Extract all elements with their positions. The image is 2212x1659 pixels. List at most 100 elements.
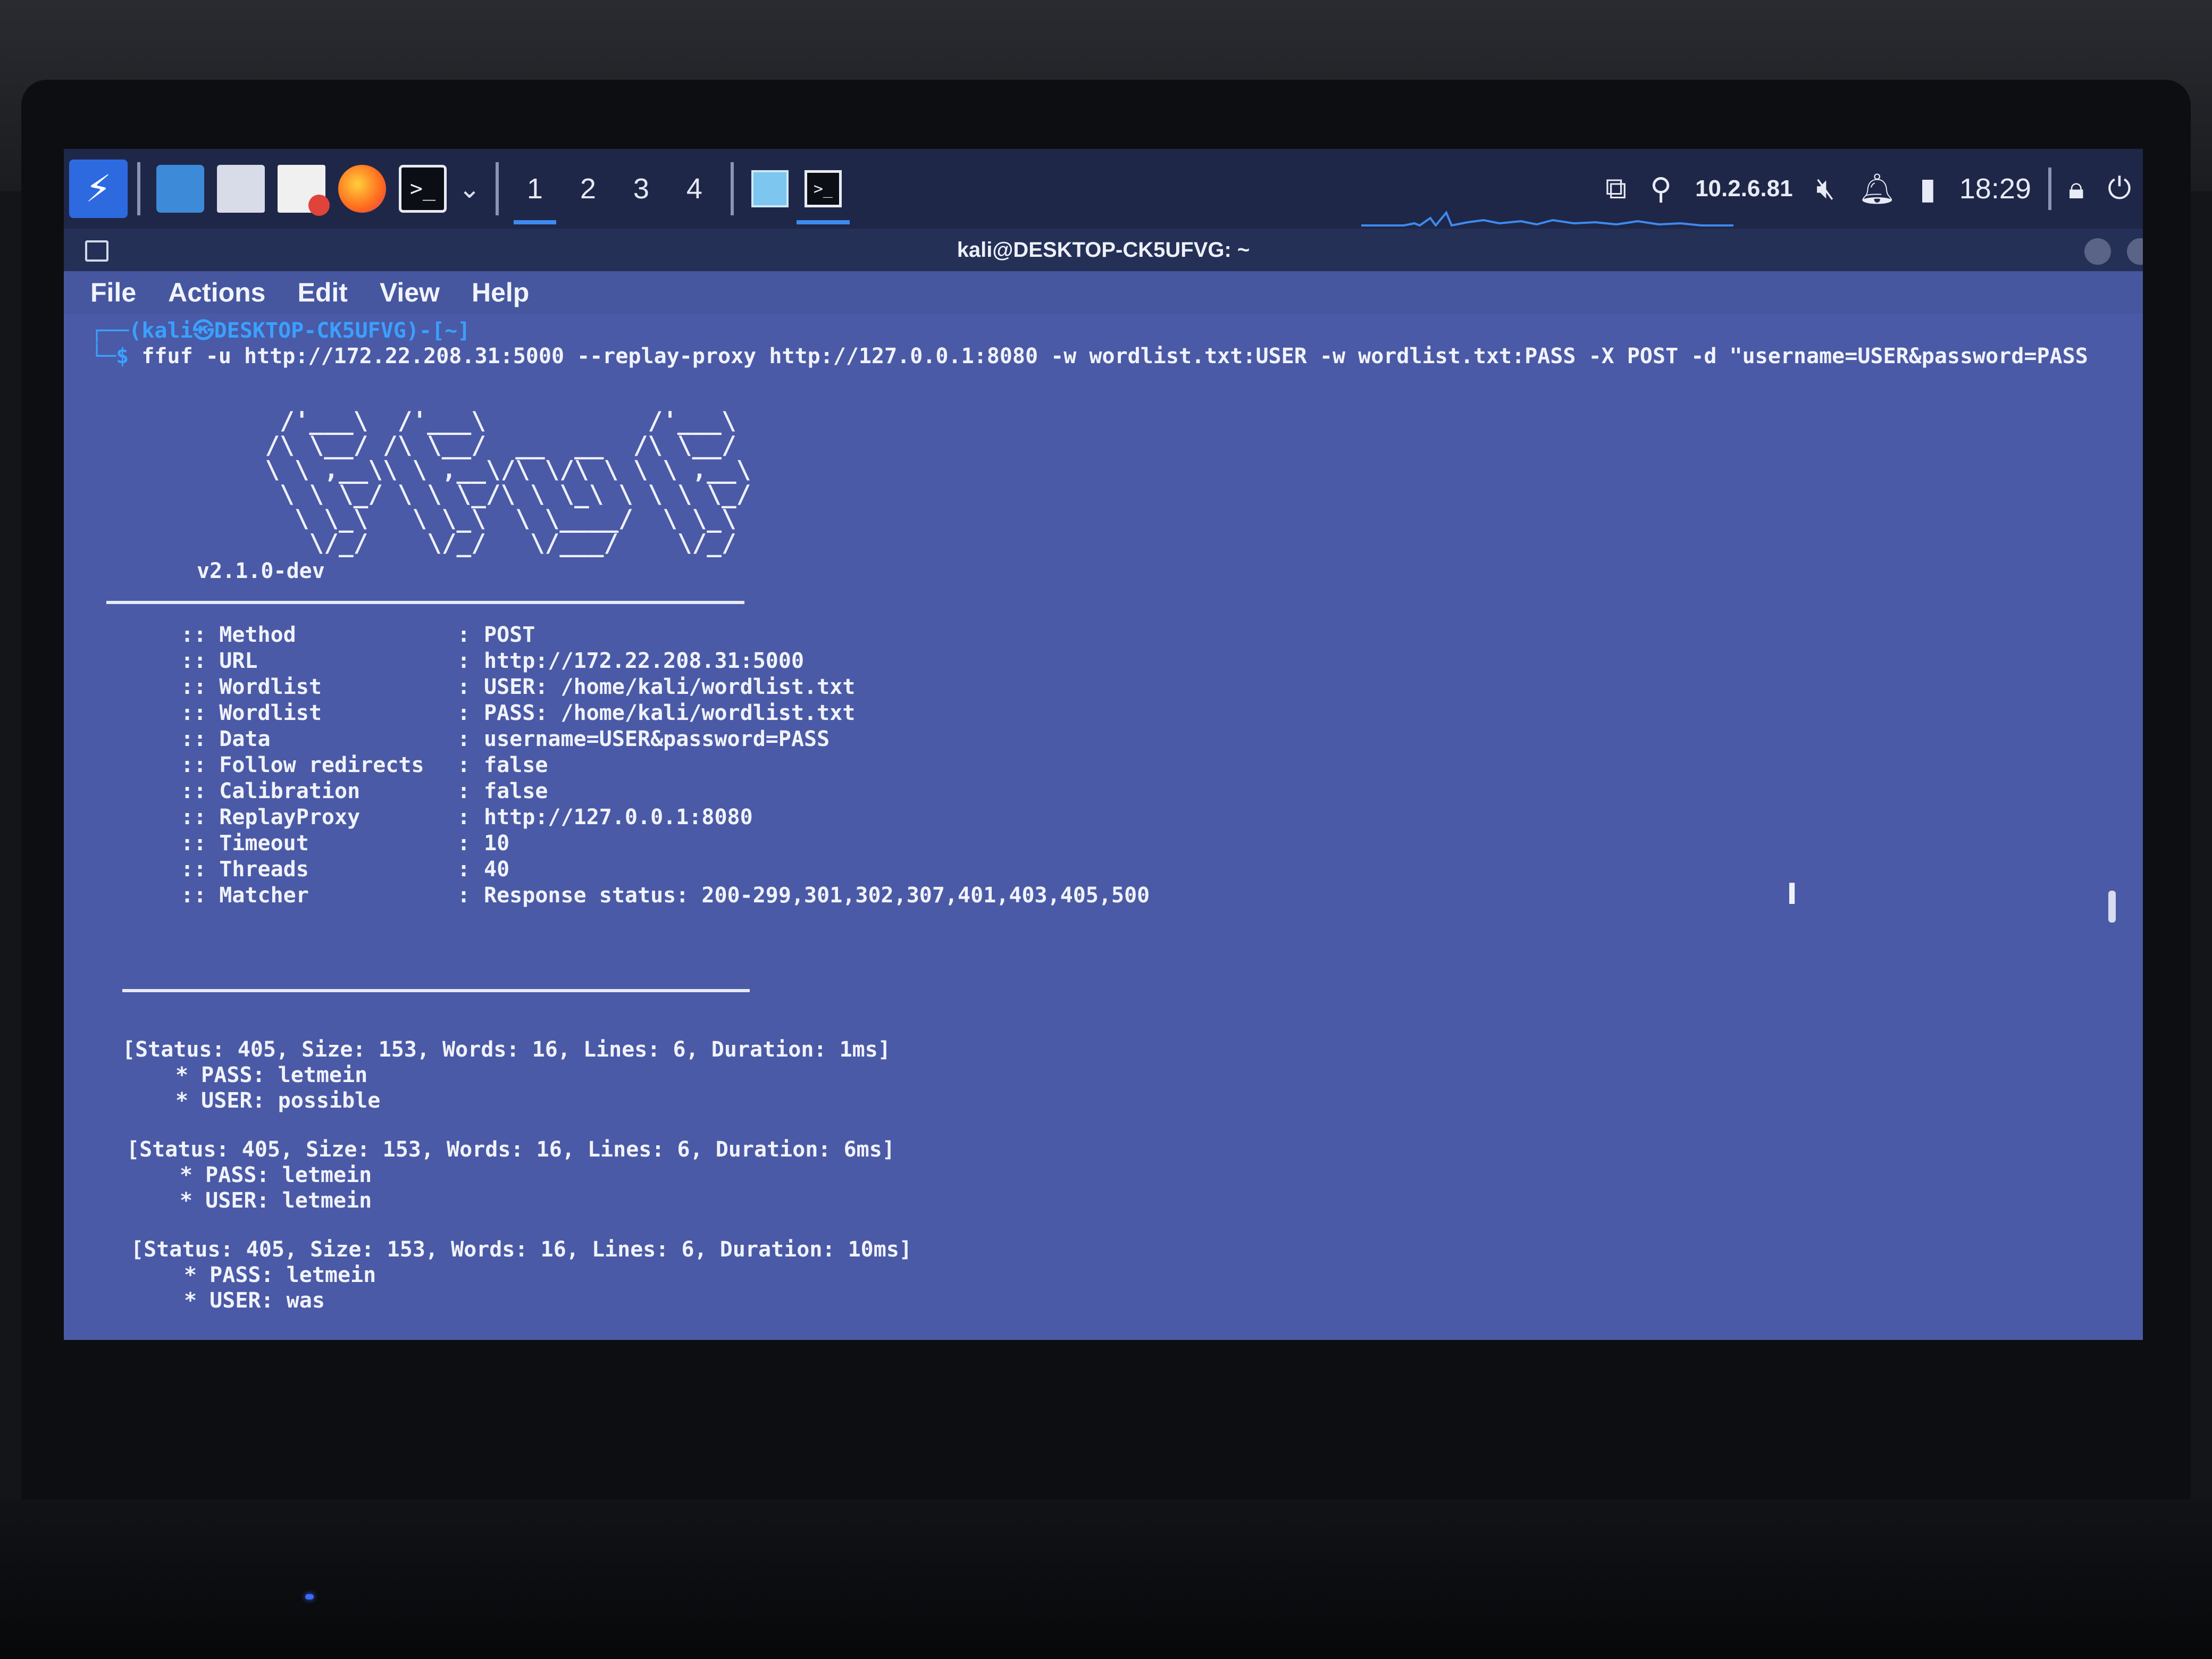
- workspace-3[interactable]: 3: [615, 149, 668, 229]
- lock-icon[interactable]: 🔒︎: [2068, 171, 2084, 206]
- command-text: ffuf -u http://172.22.208.31:5000 --repl…: [141, 344, 2088, 368]
- result-status-line: [Status: 405, Size: 153, Words: 16, Line…: [127, 1137, 895, 1162]
- terminal-window-icon[interactable]: [85, 240, 108, 262]
- config-colon: :: [457, 883, 471, 908]
- version-label: v2.1.0-dev: [197, 559, 325, 583]
- config-value: false: [484, 753, 548, 777]
- config-value: POST: [484, 623, 535, 647]
- menu-bar: File Actions Edit View Help: [64, 271, 2143, 314]
- menu-help[interactable]: Help: [472, 277, 529, 308]
- menu-edit[interactable]: Edit: [298, 277, 348, 308]
- ip-address: 10.2.6.81: [1695, 175, 1793, 202]
- menu-actions[interactable]: Actions: [168, 277, 265, 308]
- panel-separator: [2048, 167, 2051, 210]
- config-value: http://127.0.0.1:8080: [484, 805, 753, 830]
- config-key: :: Method: [181, 623, 296, 647]
- show-desktop-icon[interactable]: [156, 165, 204, 213]
- ffuf-ascii-banner: /'___\ /'___\ /'___\ /\ \__/ /\ \__/ __ …: [265, 406, 751, 557]
- config-value: PASS: /home/kali/wordlist.txt: [484, 701, 856, 725]
- config-value: false: [484, 779, 548, 803]
- workspace-1[interactable]: 1: [508, 149, 562, 229]
- config-key: :: Data: [181, 727, 271, 751]
- config-colon: :: [457, 675, 471, 699]
- window-title: kali@DESKTOP-CK5UFVG: ~: [957, 238, 1250, 262]
- text-editor-icon[interactable]: [278, 165, 330, 216]
- result-pass-line: * PASS: letmein: [180, 1163, 372, 1187]
- window-titlebar[interactable]: kali@DESKTOP-CK5UFVG: ~: [64, 229, 2143, 271]
- mute-icon[interactable]: 🔇︎: [1816, 171, 1835, 206]
- power-led: [305, 1594, 314, 1599]
- photo-scene: ⚡ >_ ⌄ 1 2 3 4 >_ ⧉ ⚲ 10.2.6.81 🔇︎ 🔔︎ ▮ …: [0, 0, 2212, 1659]
- vpn-icon[interactable]: ⧉: [1605, 171, 1627, 206]
- result-user-line: * USER: possible: [175, 1088, 381, 1113]
- terminal-output[interactable]: ┌──(kali㉿DESKTOP-CK5UFVG)-[~] └─$ ffuf -…: [64, 314, 2143, 1340]
- text-cursor-icon: I: [1787, 877, 1798, 911]
- config-value: Response status: 200-299,301,302,307,401…: [484, 883, 1150, 908]
- config-value: 40: [484, 857, 510, 882]
- result-pass-line: * PASS: letmein: [184, 1263, 376, 1287]
- config-colon: :: [457, 727, 471, 751]
- result-status-line: [Status: 405, Size: 153, Words: 16, Line…: [131, 1237, 912, 1262]
- result-status-line: [Status: 405, Size: 153, Words: 16, Line…: [122, 1037, 891, 1062]
- config-row: :: Data: username=USER&password=PASS: [181, 726, 830, 752]
- battery-icon[interactable]: ▮: [1920, 172, 1936, 206]
- config-colon: :: [457, 623, 471, 647]
- panel-separator: [730, 162, 734, 215]
- notifications-icon[interactable]: 🔔︎: [1858, 171, 1896, 206]
- config-colon: :: [457, 753, 471, 777]
- config-colon: :: [457, 649, 471, 673]
- menu-view[interactable]: View: [380, 277, 440, 308]
- prompt-end: └─$: [90, 344, 142, 368]
- config-row: :: URL: http://172.22.208.31:5000: [181, 648, 804, 674]
- divider: [122, 989, 750, 992]
- config-key: :: Calibration: [181, 779, 361, 803]
- prompt-open: ┌──(: [90, 319, 142, 343]
- prompt-user: kali㉿DESKTOP-CK5UFVG: [141, 319, 406, 343]
- config-row: :: Follow redirects: false: [181, 752, 548, 778]
- config-colon: :: [457, 805, 471, 830]
- menu-file[interactable]: File: [90, 277, 136, 308]
- panel-separator: [137, 162, 140, 215]
- top-panel: ⚡ >_ ⌄ 1 2 3 4 >_ ⧉ ⚲ 10.2.6.81 🔇︎ 🔔︎ ▮ …: [64, 149, 2143, 229]
- config-key: :: Follow redirects: [181, 753, 424, 777]
- config-row: :: Wordlist: USER: /home/kali/wordlist.tx…: [181, 674, 855, 700]
- maximize-button[interactable]: [2127, 238, 2143, 265]
- config-row: :: Matcher: Response status: 200-299,301,…: [181, 883, 1150, 908]
- config-row: :: Wordlist: PASS: /home/kali/wordlist.tx…: [181, 700, 855, 726]
- config-value: http://172.22.208.31:5000: [484, 649, 805, 673]
- minimize-button[interactable]: [2084, 238, 2111, 265]
- config-key: :: Matcher: [181, 883, 309, 908]
- file-manager-icon[interactable]: [217, 165, 265, 213]
- config-key: :: Wordlist: [181, 675, 322, 699]
- divider: [106, 601, 744, 604]
- config-row: :: Threads:40: [181, 857, 509, 882]
- config-value: 10: [484, 831, 510, 856]
- config-colon: :: [457, 857, 471, 882]
- config-row: :: Method: POST: [181, 622, 535, 648]
- kali-menu-icon[interactable]: ⚡: [69, 160, 128, 218]
- config-key: :: ReplayProxy: [181, 805, 361, 830]
- window-list-icon[interactable]: [743, 149, 797, 229]
- chevron-down-icon[interactable]: ⌄: [458, 173, 481, 204]
- config-row: :: ReplayProxy: http://127.0.0.1:8080: [181, 805, 753, 830]
- workspace-2[interactable]: 2: [562, 149, 615, 229]
- config-row: :: Timeout:10: [181, 831, 509, 856]
- workspace-4[interactable]: 4: [668, 149, 721, 229]
- power-icon[interactable]: ⏻: [2108, 171, 2131, 206]
- config-colon: :: [457, 831, 471, 856]
- network-user-icon[interactable]: ⚲: [1650, 172, 1672, 206]
- config-value: USER: /home/kali/wordlist.txt: [484, 675, 856, 699]
- config-row: :: Calibration: false: [181, 778, 548, 804]
- firefox-icon[interactable]: [338, 165, 386, 213]
- laptop-base: [0, 1499, 2212, 1659]
- terminal-window-icon[interactable]: >_: [796, 149, 850, 229]
- clock[interactable]: 18:29: [1959, 172, 2031, 205]
- result-user-line: * USER: letmein: [180, 1188, 372, 1213]
- config-key: :: Timeout: [181, 831, 309, 856]
- panel-separator: [495, 162, 499, 215]
- terminal-scrollbar[interactable]: [2108, 891, 2116, 923]
- prompt-line: ┌──(kali㉿DESKTOP-CK5UFVG)-[~]: [90, 318, 470, 343]
- terminal-launcher-icon[interactable]: >_: [399, 165, 447, 213]
- config-colon: :: [457, 779, 471, 803]
- screen: ⚡ >_ ⌄ 1 2 3 4 >_ ⧉ ⚲ 10.2.6.81 🔇︎ 🔔︎ ▮ …: [64, 149, 2143, 1340]
